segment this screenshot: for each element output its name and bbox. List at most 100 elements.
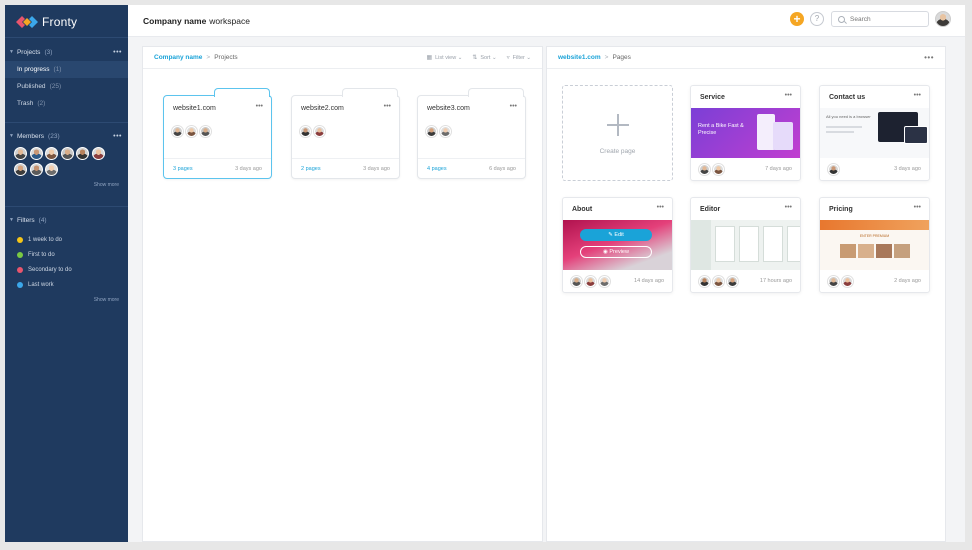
thumbnail-banner (820, 220, 929, 230)
sidebar-item-published[interactable]: Published (25) (5, 78, 128, 95)
page-more-icon[interactable]: ••• (914, 204, 921, 211)
filters-header[interactable]: ▼ Filters (4) (5, 213, 128, 227)
page-more-icon[interactable]: ••• (657, 204, 664, 211)
add-button[interactable]: + (790, 12, 804, 26)
edit-label: Edit (614, 232, 624, 238)
page-card-editor[interactable]: Editor ••• 17 hours ago (690, 197, 801, 293)
members-header[interactable]: ▼ Members (23) ••• (5, 129, 128, 143)
thumbnail-line (826, 131, 854, 133)
page-more-icon[interactable]: ••• (914, 92, 921, 99)
page-card-about[interactable]: About ••• ✎ Edit ◉ Preview 14 days ago (562, 197, 673, 293)
breadcrumb-separator: > (604, 54, 609, 61)
folder-avatars (300, 126, 328, 137)
pages-more-icon[interactable]: ••• (924, 53, 934, 62)
filter-button[interactable]: ▿ Filter ⌄ (507, 54, 531, 62)
avatar[interactable] (45, 163, 58, 176)
search-input[interactable] (850, 15, 920, 23)
filter-item-last[interactable]: Last work (5, 277, 128, 292)
create-page-button[interactable]: Create page (562, 85, 673, 181)
page-card-contact[interactable]: Contact us ••• All you need is a browser… (819, 85, 930, 181)
avatar (699, 275, 710, 287)
avatar (727, 275, 738, 287)
avatar[interactable] (76, 147, 89, 160)
thumbnail-hero-text: ENTER PREMIUM (859, 234, 890, 238)
members-more-icon[interactable]: ••• (113, 133, 122, 140)
avatar (426, 126, 437, 137)
thumbnail-photo (858, 244, 874, 258)
sidebar-item-in-progress[interactable]: In progress (1) (5, 61, 128, 78)
avatar (172, 126, 183, 137)
avatar[interactable] (91, 147, 105, 160)
fronty-logo-icon (16, 16, 38, 28)
avatar (599, 275, 610, 287)
breadcrumb-projects: Projects (214, 54, 238, 61)
avatar (186, 126, 197, 137)
preview-button[interactable]: ◉ Preview (580, 246, 652, 258)
filter-label: 1 week to do (28, 236, 63, 243)
page-more-icon[interactable]: ••• (785, 204, 792, 211)
page-title: About (572, 206, 593, 213)
projects-more-icon[interactable]: ••• (113, 49, 122, 56)
thumbnail-column (763, 226, 783, 262)
project-folder-website2[interactable]: website2.com ••• 2 pages 3 days ago (291, 88, 400, 179)
page-title: Contact us (829, 94, 866, 101)
avatar[interactable] (14, 163, 27, 176)
list-view-toggle[interactable]: ▦ List view ⌄ (426, 54, 463, 62)
filter-item-first[interactable]: First to do (5, 247, 128, 262)
sort-button[interactable]: ⇅ Sort ⌄ (472, 54, 496, 62)
create-page-label: Create page (599, 148, 636, 155)
folder-more-icon[interactable]: ••• (384, 103, 391, 110)
page-more-icon[interactable]: ••• (785, 92, 792, 99)
help-button[interactable]: ? (810, 12, 824, 26)
page-card-service[interactable]: Service ••• Rent a Bike Fast & Precise 7… (690, 85, 801, 181)
avatar[interactable] (14, 147, 27, 160)
avatar (440, 126, 451, 137)
project-folder-website1[interactable]: website1.com ••• 3 pages 3 days ago (163, 88, 272, 179)
thumbnail-hero-text: All you need is a browser (826, 114, 871, 119)
page-card-pricing[interactable]: Pricing ••• ENTER PREMIUM 2 days ago (819, 197, 930, 293)
sidebar-item-trash[interactable]: Trash (2) (5, 95, 128, 112)
filter-label: Last work (28, 281, 54, 288)
folder-pages-count[interactable]: 2 pages (301, 166, 321, 172)
folder-more-icon[interactable]: ••• (510, 103, 517, 110)
breadcrumb-website[interactable]: website1.com (558, 54, 601, 61)
filter-item-secondary[interactable]: Secondary to do (5, 262, 128, 277)
avatar[interactable] (60, 147, 74, 160)
filter-item-1-week[interactable]: 1 week to do (5, 232, 128, 247)
app-window: Fronty ▼ Projects (3) ••• In progress (1)… (5, 5, 965, 542)
folder-avatars (172, 126, 214, 137)
thumbnail-photo (840, 244, 856, 258)
folder-pages-count[interactable]: 4 pages (427, 166, 447, 172)
folder-more-icon[interactable]: ••• (256, 103, 263, 110)
projects-panel-header: Company name > Projects ▦ List view ⌄ ⇅ So… (143, 47, 542, 69)
breadcrumb-company[interactable]: Company name (154, 54, 202, 61)
sort-icon: ⇅ (472, 55, 478, 61)
avatar (842, 275, 853, 287)
folder-tab (214, 88, 270, 97)
thumbnail-column (739, 226, 759, 262)
project-folder-website3[interactable]: website3.com ••• 4 pages 6 days ago (417, 88, 526, 179)
pages-panel-header: website1.com > Pages ••• (547, 47, 945, 69)
chevron-down-icon: ⌄ (457, 54, 463, 61)
search-box[interactable] (831, 11, 929, 27)
folder-pages-count[interactable]: 3 pages (173, 166, 193, 172)
avatar[interactable] (29, 163, 43, 176)
filters-show-more[interactable]: Show more (5, 297, 128, 303)
members-show-more[interactable]: Show more (5, 182, 128, 188)
projects-header[interactable]: ▼ Projects (3) ••• (5, 45, 128, 59)
search-icon (838, 15, 845, 23)
avatar[interactable] (45, 147, 58, 160)
filters-count: (4) (38, 216, 47, 224)
filters-label: Filters (16, 216, 35, 224)
caret-down-icon: ▼ (9, 133, 14, 139)
avatar[interactable] (29, 147, 43, 160)
sidebar-item-label: Trash (17, 100, 34, 107)
sidebar-item-count: (2) (37, 100, 46, 107)
logo[interactable]: Fronty (16, 13, 77, 31)
blue-dot-icon (17, 281, 23, 288)
sidebar: Fronty ▼ Projects (3) ••• In progress (1)… (5, 5, 128, 542)
green-dot-icon (17, 251, 23, 258)
user-avatar[interactable] (935, 11, 951, 27)
edit-button[interactable]: ✎ Edit (580, 229, 652, 241)
company-name: Company name (143, 15, 207, 26)
